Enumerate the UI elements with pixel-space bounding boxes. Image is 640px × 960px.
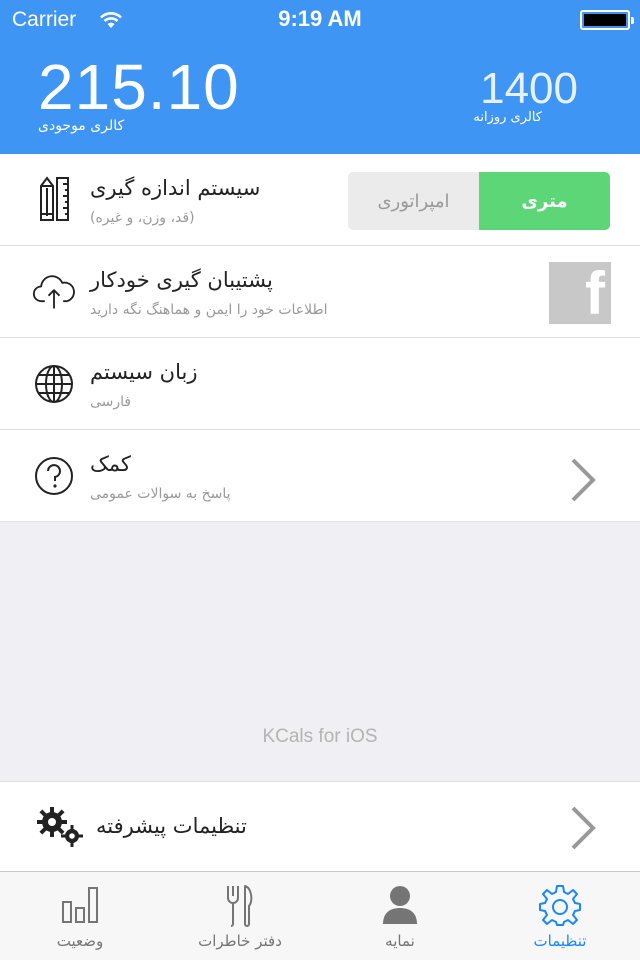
status-time: 9:19 AM — [278, 6, 362, 31]
advanced-settings-row[interactable]: تنظیمات پیشرفته — [0, 781, 640, 871]
question-icon — [32, 452, 76, 500]
person-icon — [320, 884, 480, 928]
backup-subtitle: اطلاعات خود را ایمن و هماهنگ نگه دارید — [90, 302, 328, 318]
advanced-settings-title: تنظیمات پیشرفته — [96, 814, 247, 838]
chevron-right-icon — [570, 458, 596, 506]
tab-profile[interactable]: نمایه — [320, 872, 480, 960]
header: Carrier 9:19 AM 215.10 کالری موجودی 1400… — [0, 0, 640, 154]
help-subtitle: پاسخ به سوالات عمومی — [90, 486, 231, 502]
gears-icon — [36, 806, 86, 852]
cloud-upload-icon — [32, 268, 76, 316]
tab-status-label: وضعیت — [56, 932, 104, 950]
daily-calories-label: کالری روزانه — [473, 110, 542, 125]
tab-diary-label: دفتر خاطرات — [198, 932, 282, 950]
available-calories-value: 215.10 — [38, 51, 240, 123]
status-bar: Carrier 9:19 AM — [0, 0, 640, 40]
battery-icon — [580, 10, 634, 30]
tab-settings[interactable]: تنظیمات — [480, 872, 640, 960]
settings-row-backup[interactable]: پشتیبان گیری خودکار اطلاعات خود را ایمن … — [0, 246, 640, 338]
daily-calories-value: 1400 — [480, 64, 578, 113]
segment-metric[interactable]: متری — [479, 172, 610, 230]
measurement-title: سیستم اندازه گیری — [90, 176, 261, 200]
tab-diary[interactable]: دفتر خاطرات — [160, 872, 320, 960]
ruler-pencil-icon — [32, 176, 76, 224]
globe-icon — [32, 360, 76, 408]
bar-chart-icon — [0, 884, 160, 928]
tab-status[interactable]: وضعیت — [0, 872, 160, 960]
settings-row-measurement: سیستم اندازه گیری (قد، وزن، و غیره) امپر… — [0, 154, 640, 246]
language-title: زبان سیستم — [90, 360, 198, 384]
tab-settings-label: تنظیمات — [533, 932, 587, 950]
facebook-icon[interactable]: f — [549, 262, 611, 324]
settings-row-help[interactable]: کمک پاسخ به سوالات عمومی — [0, 430, 640, 522]
measurement-subtitle: (قد، وزن، و غیره) — [90, 210, 195, 226]
app-name-footer: KCals for iOS — [262, 726, 378, 747]
chevron-right-icon — [570, 806, 596, 854]
settings-list: سیستم اندازه گیری (قد، وزن، و غیره) امپر… — [0, 154, 640, 522]
help-title: کمک — [90, 452, 131, 476]
language-subtitle: فارسی — [90, 394, 132, 410]
fork-knife-icon — [160, 884, 320, 928]
available-calories-label: کالری موجودی — [38, 118, 125, 134]
settings-row-language[interactable]: زبان سیستم فارسی — [0, 338, 640, 430]
tab-profile-label: نمایه — [385, 932, 415, 950]
measurement-segmented-control[interactable]: امپراتوری متری — [348, 172, 610, 230]
segment-imperial[interactable]: امپراتوری — [348, 172, 479, 230]
tab-bar: وضعیت دفتر خاطرات نمایه تنظیمات — [0, 871, 640, 960]
gear-icon — [480, 884, 640, 928]
backup-title: پشتیبان گیری خودکار — [90, 268, 273, 292]
